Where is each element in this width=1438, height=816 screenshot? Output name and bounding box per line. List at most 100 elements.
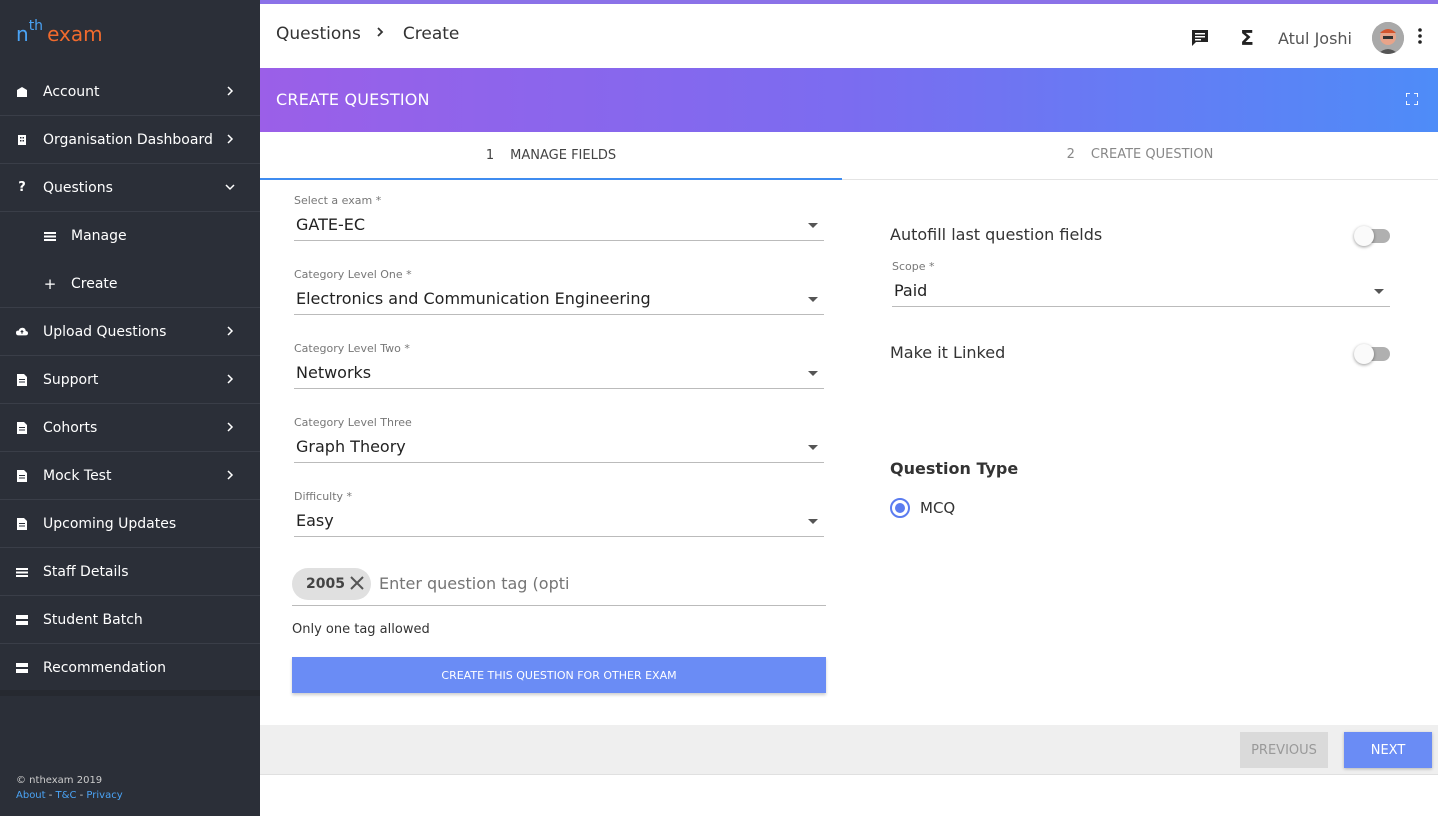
sidebar-item-upload-questions[interactable]: Upload Questions <box>0 308 260 356</box>
sidebar-item-label: Create <box>71 275 118 292</box>
exam-select[interactable]: Select a exam * GATE-EC <box>294 194 824 241</box>
previous-button[interactable]: PREVIOUS <box>1240 732 1328 768</box>
dropdown-arrow-icon <box>808 297 818 302</box>
linked-toggle[interactable] <box>1354 344 1390 364</box>
toggle-knob <box>1354 344 1374 364</box>
sidebar-divider <box>0 690 260 696</box>
sidebar-item-label: Manage <box>71 228 127 244</box>
category-level-two-value: Networks <box>296 363 372 382</box>
sidebar-item-account[interactable]: Account <box>0 68 260 116</box>
sidebar-item-label: Cohorts <box>43 419 98 436</box>
logo-th: th <box>28 18 44 34</box>
autofill-label: Autofill last question fields <box>890 225 1103 244</box>
category-level-one-label: Category Level One * <box>294 268 412 281</box>
separator: - <box>76 790 87 801</box>
avatar[interactable] <box>1372 22 1404 54</box>
question-tag-field: 2005 <box>292 562 826 606</box>
category-level-one-select[interactable]: Category Level One * Electronics and Com… <box>294 268 824 315</box>
sidebar-item-label: Recommendation <box>43 659 167 676</box>
radio-selected-icon[interactable] <box>890 498 910 518</box>
breadcrumb-questions[interactable]: Questions <box>276 24 361 44</box>
category-level-two-label: Category Level Two * <box>294 342 410 355</box>
sidebar-item-organisation-dashboard[interactable]: Organisation Dashboard <box>0 116 260 164</box>
question-type-heading: Question Type <box>890 459 1019 478</box>
sidebar-item-label: Account <box>43 83 100 100</box>
toggle-knob <box>1354 226 1374 246</box>
breadcrumb-create: Create <box>402 24 460 44</box>
difficulty-select[interactable]: Difficulty * Easy <box>294 490 824 537</box>
feedback-icon[interactable] <box>1190 28 1210 48</box>
page-title: CREATE QUESTION <box>276 90 430 109</box>
difficulty-label: Difficulty * <box>294 490 353 503</box>
next-button[interactable]: NEXT <box>1344 732 1432 768</box>
sidebar-item-recommendation[interactable]: Recommendation <box>0 644 260 692</box>
chevron-right-icon <box>227 470 234 480</box>
document-icon <box>16 421 28 434</box>
sidebar-item-staff-details[interactable]: Staff Details <box>0 548 260 596</box>
sidebar-item-create[interactable]: + Create <box>0 260 260 308</box>
autofill-toggle[interactable] <box>1354 226 1390 246</box>
user-name[interactable]: Atul Joshi <box>1278 29 1352 48</box>
more-vertical-icon[interactable] <box>1418 28 1422 48</box>
logo[interactable]: n th exam <box>0 0 260 68</box>
sidebar-item-label: Mock Test <box>43 467 112 484</box>
category-level-two-select[interactable]: Category Level Two * Networks <box>294 342 824 389</box>
page-header-banner: CREATE QUESTION <box>260 68 1438 132</box>
sidebar-item-manage[interactable]: Manage <box>0 212 260 260</box>
chevron-down-icon <box>225 184 235 191</box>
tc-link[interactable]: T&C <box>56 790 77 801</box>
category-level-three-label: Category Level Three <box>294 416 412 429</box>
sidebar-item-label: Questions <box>43 179 113 196</box>
tab-create-question[interactable]: 2 CREATE QUESTION <box>842 130 1438 178</box>
chevron-right-icon <box>227 422 234 432</box>
category-level-one-value: Electronics and Communication Engineerin… <box>296 289 651 308</box>
copyright-text: © nthexam 2019 <box>16 775 103 786</box>
about-link[interactable]: About <box>16 790 46 801</box>
sidebar-item-questions[interactable]: ? Questions <box>0 164 260 212</box>
sidebar-item-student-batch[interactable]: Student Batch <box>0 596 260 644</box>
question-tag-input[interactable] <box>378 574 569 593</box>
sidebar-item-upcoming-updates[interactable]: Upcoming Updates <box>0 500 260 548</box>
tab-manage-fields[interactable]: 1 MANAGE FIELDS <box>260 132 842 180</box>
sidebar-item-support[interactable]: Support <box>0 356 260 404</box>
step-number: 1 <box>485 147 495 163</box>
stepper: 1 MANAGE FIELDS 2 CREATE QUESTION <box>260 132 1438 180</box>
sidebar-item-mock-test[interactable]: Mock Test <box>0 452 260 500</box>
scope-value: Paid <box>894 281 928 300</box>
document-icon <box>16 517 28 530</box>
dropdown-arrow-icon <box>808 519 818 524</box>
exam-select-value: GATE-EC <box>296 215 366 234</box>
sidebar-item-label: Support <box>43 371 99 388</box>
tag-chip-label: 2005 <box>306 575 345 592</box>
plus-icon: + <box>43 274 57 293</box>
chevron-right-icon <box>227 374 234 384</box>
close-icon[interactable] <box>349 572 365 596</box>
tag-hint: Only one tag allowed <box>292 622 430 637</box>
chevron-right-icon <box>227 86 234 96</box>
dropdown-arrow-icon <box>808 371 818 376</box>
logo-n: n <box>16 22 29 46</box>
sidebar: n th exam Account Organisation Dashboard… <box>0 0 260 816</box>
list-icon <box>44 230 56 242</box>
storage-icon <box>16 614 28 626</box>
stepper-actions: PREVIOUS NEXT <box>260 725 1438 775</box>
tag-chip[interactable]: 2005 <box>292 567 371 600</box>
sigma-icon[interactable]: Σ <box>1240 26 1254 50</box>
breadcrumb: Questions Create <box>276 24 459 44</box>
scope-select[interactable]: Scope * Paid <box>892 260 1390 307</box>
sidebar-item-cohorts[interactable]: Cohorts <box>0 404 260 452</box>
mcq-label: MCQ <box>920 499 956 517</box>
create-for-other-exam-button[interactable]: CREATE THIS QUESTION FOR OTHER EXAM <box>292 657 826 693</box>
logo-exam: exam <box>47 22 103 46</box>
step-label: CREATE QUESTION <box>1090 146 1214 162</box>
category-level-three-select[interactable]: Category Level Three Graph Theory <box>294 416 824 463</box>
chevron-right-icon <box>227 134 234 144</box>
privacy-link[interactable]: Privacy <box>86 790 122 801</box>
exam-select-label: Select a exam * <box>294 194 382 207</box>
question-type-mcq[interactable]: MCQ <box>890 498 955 518</box>
account-icon <box>16 86 28 98</box>
sidebar-footer: © nthexam 2019 About - T&C - Privacy <box>16 773 123 803</box>
sidebar-item-label: Organisation Dashboard <box>43 131 213 148</box>
list-icon <box>16 566 28 578</box>
fullscreen-icon[interactable] <box>1406 93 1418 105</box>
